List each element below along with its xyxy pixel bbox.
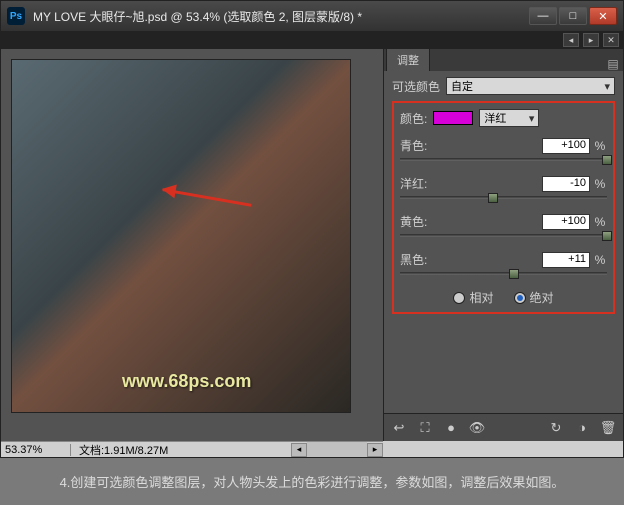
preset-dropdown[interactable]: 自定 — [446, 77, 615, 95]
preset-label: 可选颜色 — [392, 78, 440, 95]
tab-next-button[interactable]: ▸ — [583, 33, 599, 47]
slider-track[interactable] — [400, 234, 607, 237]
slider-thumb[interactable] — [602, 231, 612, 241]
slider-value-field[interactable]: +11 — [542, 252, 590, 268]
doc-tab-strip: ◂ ▸ ✕ — [1, 31, 623, 49]
slider-row: 黑色: +11% — [400, 251, 607, 275]
slider-value-field[interactable]: +100 — [542, 138, 590, 154]
panel-footer: ↩ ⛶ ● 👁 ↻ ◑ 🗑 — [384, 413, 623, 441]
panel-tab-bar: 调整 ▤ — [384, 49, 623, 71]
scroll-left-button[interactable]: ◂ — [291, 443, 307, 457]
radio-relative-label: 相对 — [469, 289, 493, 306]
trash-icon[interactable]: 🗑 — [599, 419, 617, 437]
app-window: Ps MY LOVE 大眼仔~旭.psd @ 53.4% (选取颜色 2, 图层… — [0, 0, 624, 458]
status-bar: 53.37% 文档:1.91M/8.27M ◂ ▸ — [1, 441, 383, 457]
percent-label: % — [593, 139, 607, 153]
doc-info: 文档:1.91M/8.27M — [71, 442, 291, 458]
close-button[interactable]: ✕ — [589, 7, 617, 25]
expand-icon[interactable]: ⛶ — [416, 419, 434, 437]
preset-value: 自定 — [451, 78, 473, 94]
percent-label: % — [593, 253, 607, 267]
slider-track[interactable] — [400, 196, 607, 199]
tab-close-button[interactable]: ✕ — [603, 33, 619, 47]
layer-icon[interactable]: ● — [442, 419, 460, 437]
slider-value-field[interactable]: -10 — [542, 176, 590, 192]
slider-row: 青色: +100% — [400, 137, 607, 161]
radio-relative[interactable] — [453, 292, 465, 304]
percent-label: % — [593, 215, 607, 229]
slider-label: 黄色: — [400, 213, 427, 230]
slider-label: 洋红: — [400, 175, 427, 192]
app-icon: Ps — [7, 7, 25, 25]
slider-label: 黑色: — [400, 251, 427, 268]
tutorial-caption: 4.创建可选颜色调整图层，对人物头发上的色彩进行调整，参数如图，调整后效果如图。 — [0, 458, 624, 505]
slider-track[interactable] — [400, 272, 607, 275]
highlight-box: 颜色: 洋红 青色: +100% 洋红: -10% 黄色: +100% 黑色: +11% 相对 — [392, 101, 615, 314]
annotation-arrow — [162, 188, 251, 207]
back-icon[interactable]: ↩ — [390, 419, 408, 437]
tab-prev-button[interactable]: ◂ — [563, 33, 579, 47]
radio-absolute-label: 绝对 — [530, 289, 554, 306]
scroll-right-button[interactable]: ▸ — [367, 443, 383, 457]
slider-thumb[interactable] — [602, 155, 612, 165]
minimize-button[interactable]: — — [529, 7, 557, 25]
adjustments-panel: 调整 ▤ 可选颜色 自定 颜色: 洋红 — [383, 49, 623, 441]
slider-row: 洋红: -10% — [400, 175, 607, 199]
window-title: MY LOVE 大眼仔~旭.psd @ 53.4% (选取颜色 2, 图层蒙版/… — [33, 8, 529, 25]
slider-thumb[interactable] — [488, 193, 498, 203]
color-swatch — [433, 111, 473, 125]
tab-adjustments[interactable]: 调整 — [386, 48, 430, 71]
slider-label: 青色: — [400, 137, 427, 154]
slider-row: 黄色: +100% — [400, 213, 607, 237]
panel-menu-icon[interactable]: ▤ — [603, 57, 623, 71]
slider-track[interactable] — [400, 158, 607, 161]
color-label: 颜色: — [400, 110, 427, 127]
radio-absolute[interactable] — [514, 292, 526, 304]
reset-icon[interactable]: ↻ — [547, 419, 565, 437]
title-bar: Ps MY LOVE 大眼仔~旭.psd @ 53.4% (选取颜色 2, 图层… — [1, 1, 623, 31]
clip-icon[interactable]: ◑ — [573, 419, 591, 437]
slider-value-field[interactable]: +100 — [542, 214, 590, 230]
maximize-button[interactable]: □ — [559, 7, 587, 25]
color-value: 洋红 — [484, 110, 506, 126]
visibility-icon[interactable]: 👁 — [468, 419, 486, 437]
color-dropdown[interactable]: 洋红 — [479, 109, 539, 127]
percent-label: % — [593, 177, 607, 191]
watermark-text: www.68ps.com — [122, 371, 251, 392]
document-canvas[interactable]: www.68ps.com — [11, 59, 351, 413]
slider-thumb[interactable] — [509, 269, 519, 279]
zoom-field[interactable]: 53.37% — [1, 444, 71, 456]
canvas-area: www.68ps.com — [1, 49, 383, 441]
